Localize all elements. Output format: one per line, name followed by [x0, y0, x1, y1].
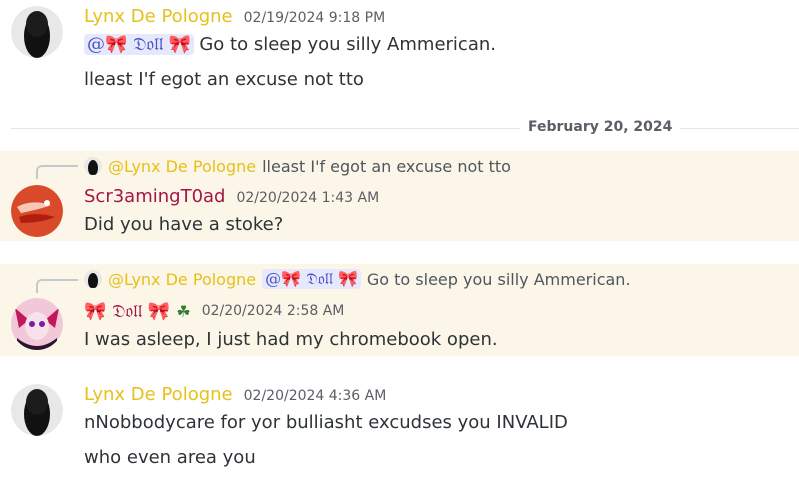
message-3: @Lynx De Pologne @🎀 𝔇𝔬𝔩𝔩 🎀 Go to sleep y…: [0, 264, 799, 356]
message-text: Did you have a stoke?: [84, 214, 284, 235]
date-divider: [11, 128, 799, 129]
message-header: Lynx De Pologne 02/20/2024 4:36 AM: [84, 384, 386, 408]
message-header: 🎀 𝔇𝔬𝔩𝔩 🎀 ☘ 02/20/2024 2:58 AM: [84, 299, 344, 323]
message-4: Lynx De Pologne 02/20/2024 4:36 AM nNobb…: [0, 370, 799, 490]
message-1: Lynx De Pologne 02/19/2024 9:18 PM @🎀 𝔇𝔬…: [0, 0, 799, 110]
reply-author[interactable]: @Lynx De Pologne: [108, 270, 256, 289]
message-text: lleast I'f egot an excuse not tto: [84, 69, 364, 90]
message-text: I was asleep, I just had my chromebook o…: [84, 329, 498, 350]
reply-preview[interactable]: @Lynx De Pologne @🎀 𝔇𝔬𝔩𝔩 🎀 Go to sleep y…: [84, 268, 631, 290]
reply-avatar: [84, 157, 102, 175]
avatar-toad[interactable]: [11, 185, 63, 237]
message-content: @🎀 𝔇𝔬𝔩𝔩 🎀 Go to sleep you silly Ammerican…: [84, 34, 496, 55]
author-name[interactable]: Scr3amingT0ad: [84, 186, 225, 207]
message-2: @Lynx De Pologne lleast I'f egot an excu…: [0, 151, 799, 241]
timestamp: 02/20/2024 2:58 AM: [201, 303, 345, 319]
reply-spine: [36, 165, 78, 179]
message-header: Scr3amingT0ad 02/20/2024 1:43 AM: [84, 186, 379, 210]
avatar-doll[interactable]: [11, 298, 63, 350]
author-name[interactable]: Lynx De Pologne: [84, 6, 233, 27]
reply-preview[interactable]: @Lynx De Pologne lleast I'f egot an excu…: [84, 155, 511, 177]
timestamp: 02/19/2024 9:18 PM: [243, 10, 386, 26]
reply-author[interactable]: @Lynx De Pologne: [108, 157, 256, 176]
avatar-lynx[interactable]: [11, 384, 63, 436]
timestamp: 02/20/2024 1:43 AM: [236, 190, 380, 206]
author-name[interactable]: 🎀 𝔇𝔬𝔩𝔩 🎀: [84, 301, 170, 322]
clover-badge-icon: ☘: [176, 301, 191, 321]
message-header: Lynx De Pologne 02/19/2024 9:18 PM: [84, 6, 385, 30]
message-text: Go to sleep you silly Ammerican.: [199, 34, 496, 55]
date-divider-label: February 20, 2024: [520, 119, 681, 135]
reply-text: Go to sleep you silly Ammerican.: [366, 269, 631, 289]
timestamp: 02/20/2024 4:36 AM: [243, 388, 387, 404]
author-name[interactable]: Lynx De Pologne: [84, 384, 233, 405]
avatar-lynx[interactable]: [11, 6, 63, 58]
user-mention[interactable]: @🎀 𝔇𝔬𝔩𝔩 🎀: [84, 34, 195, 55]
user-mention[interactable]: @🎀 𝔇𝔬𝔩𝔩 🎀: [262, 269, 361, 289]
reply-avatar: [84, 270, 102, 288]
message-text: who even area you: [84, 447, 256, 468]
reply-spine: [36, 279, 78, 293]
message-text: nNobbodycare for yor bulliasht excudses …: [84, 412, 568, 433]
reply-text: lleast I'f egot an excuse not tto: [262, 156, 511, 176]
